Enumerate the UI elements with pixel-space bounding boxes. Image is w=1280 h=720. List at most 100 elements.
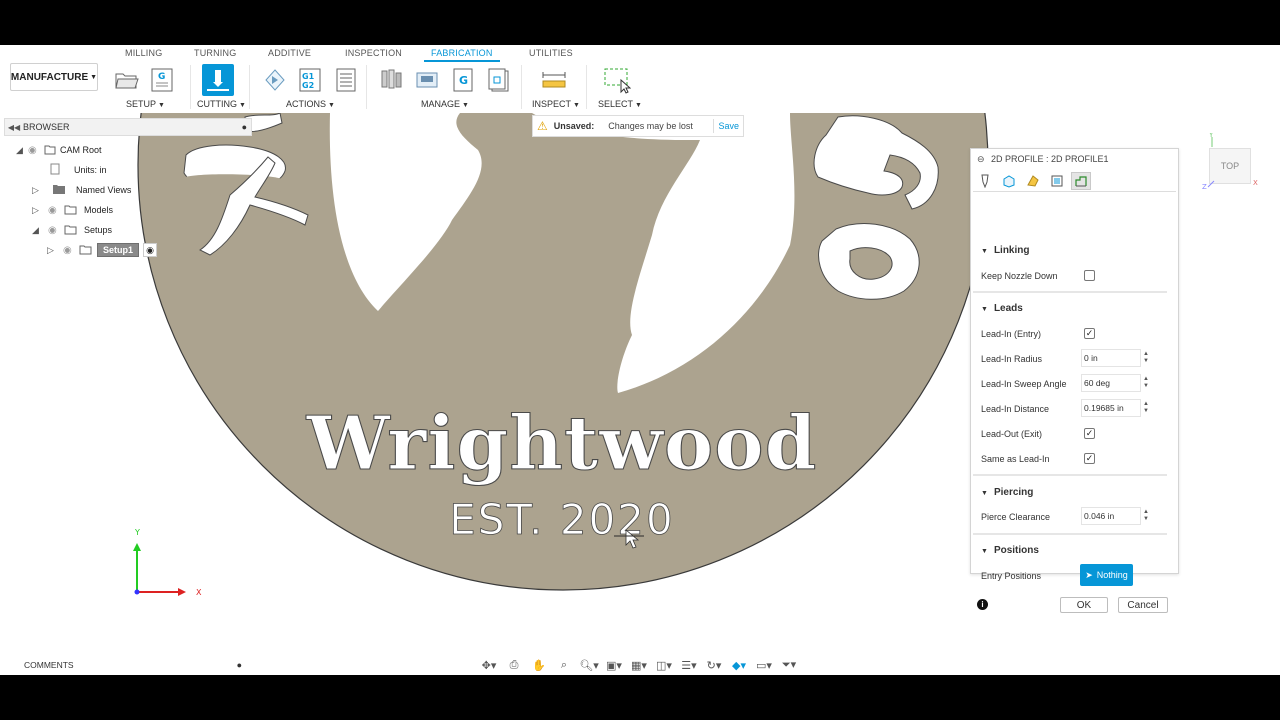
simulate-icon[interactable]: [261, 66, 289, 94]
pierce-clearance-input[interactable]: 0.046 in: [1081, 507, 1141, 525]
add-comment-icon[interactable]: ●: [237, 660, 242, 670]
expand-triangle-icon[interactable]: ▷: [47, 245, 59, 256]
section-linking[interactable]: Linking: [981, 245, 1030, 256]
cancel-button[interactable]: Cancel: [1118, 597, 1168, 613]
eye-icon[interactable]: ◉: [63, 245, 79, 256]
environment-icon[interactable]: ▭▾: [753, 657, 775, 673]
same-as-lead-in-checkbox[interactable]: ✓: [1084, 453, 1095, 464]
group-inspect-label: INSPECT: [532, 99, 572, 109]
ribbon-separator: [249, 65, 250, 109]
pin-icon[interactable]: ●: [242, 122, 247, 132]
pan-icon[interactable]: ✋: [528, 657, 550, 673]
section-positions[interactable]: Positions: [981, 545, 1039, 556]
tree-item-named-views[interactable]: ▷ Named Views: [32, 181, 131, 199]
collapse-triangle-icon[interactable]: ◢: [16, 145, 28, 156]
info-icon[interactable]: i: [977, 599, 988, 610]
machine-library-icon[interactable]: [413, 66, 441, 94]
group-select-label: SELECT: [598, 99, 634, 109]
group-cutting-label: CUTTING: [197, 99, 237, 109]
pierce-clearance-label: Pierce Clearance: [981, 512, 1051, 522]
tree-item-label: Setups: [84, 225, 113, 235]
geometry-tab-icon[interactable]: [999, 172, 1019, 190]
section-piercing[interactable]: Piercing: [981, 487, 1033, 498]
entry-positions-select-button[interactable]: ➤ Nothing: [1080, 564, 1133, 586]
same-as-lead-in-label: Same as Lead-In: [981, 454, 1050, 464]
tab-milling[interactable]: MILLING: [125, 48, 162, 58]
grid-icon[interactable]: ▦▾: [628, 657, 650, 673]
browser-header: ◀◀ BROWSER ●: [4, 118, 252, 136]
zoom-window-icon[interactable]: 🔍︎▾: [578, 657, 600, 673]
tab-turning[interactable]: TURNING: [194, 48, 236, 58]
spinner-icon[interactable]: ▲ ▼: [1141, 374, 1151, 392]
section-divider: [973, 474, 1167, 476]
eye-icon[interactable]: ◉: [48, 205, 64, 216]
group-actions[interactable]: ACTIONS ▼: [286, 99, 335, 109]
axis-triad: Y X: [133, 528, 202, 597]
eye-icon[interactable]: ◉: [48, 225, 64, 236]
spinner-icon[interactable]: ▲ ▼: [1141, 349, 1151, 367]
tab-utilities[interactable]: UTILITIES: [529, 48, 573, 58]
tab-fabrication[interactable]: FABRICATION: [431, 48, 493, 58]
nc-program-icon[interactable]: G: [148, 66, 176, 94]
keep-nozzle-down-checkbox[interactable]: [1084, 270, 1095, 281]
save-link[interactable]: Save: [718, 121, 739, 131]
tool-library-icon[interactable]: [378, 66, 406, 94]
section-leads[interactable]: Leads: [981, 303, 1023, 314]
spinner-icon[interactable]: ▲ ▼: [1141, 399, 1151, 417]
heights-tab-icon[interactable]: [1023, 172, 1043, 190]
display-settings-icon[interactable]: ▣▾: [603, 657, 625, 673]
ribbon-separator: [521, 65, 522, 109]
notice-label: Unsaved:: [553, 121, 595, 131]
passes-tab-icon[interactable]: [1047, 172, 1067, 190]
tree-item-models[interactable]: ▷ ◉ Models: [32, 201, 113, 219]
look-at-icon[interactable]: ⎙: [503, 657, 525, 673]
spinner-icon[interactable]: ▲ ▼: [1141, 507, 1151, 525]
lead-in-distance-label: Lead-In Distance: [981, 404, 1050, 414]
linking-tab-icon[interactable]: [1071, 172, 1091, 190]
tab-inspection[interactable]: INSPECTION: [345, 48, 402, 58]
collapse-panel-icon[interactable]: ◀◀: [5, 123, 23, 132]
lead-in-distance-input[interactable]: 0.19685 in: [1081, 399, 1141, 417]
group-cutting[interactable]: CUTTING ▼: [197, 99, 246, 109]
expand-triangle-icon[interactable]: ▷: [32, 185, 44, 196]
template-library-icon[interactable]: [485, 66, 513, 94]
lead-out-exit-checkbox[interactable]: ✓: [1084, 428, 1095, 439]
window-select-icon[interactable]: [603, 66, 631, 94]
orbit-icon[interactable]: ✥▾: [478, 657, 500, 673]
toolpath-display-icon[interactable]: ↻▾: [703, 657, 725, 673]
measure-icon[interactable]: [540, 66, 568, 94]
tool-tab-icon[interactable]: [975, 172, 995, 190]
lead-in-sweep-angle-label: Lead-In Sweep Angle: [981, 379, 1067, 389]
stock-display-icon[interactable]: ☰▾: [678, 657, 700, 673]
tree-item-units[interactable]: Units: in: [50, 161, 107, 179]
tree-item-setup1[interactable]: ▷ ◉ Setup1 ◉: [47, 241, 158, 259]
collapse-triangle-icon[interactable]: ◢: [32, 225, 44, 236]
open-folder-icon[interactable]: [113, 66, 141, 94]
2d-profile-dialog: ⊖ 2D PROFILE : 2D PROFILE1 Linking Keep …: [970, 148, 1179, 613]
lead-in-radius-input[interactable]: 0 in: [1081, 349, 1141, 367]
document-icon: [50, 163, 74, 177]
filter-icon[interactable]: ⏷▾: [778, 657, 800, 673]
eye-icon[interactable]: ◉: [28, 145, 44, 156]
workspace-switcher[interactable]: MANUFACTURE ▼: [10, 63, 98, 91]
activate-setup-icon[interactable]: ◉: [143, 243, 158, 257]
expand-triangle-icon[interactable]: ▷: [32, 205, 44, 216]
visual-style-icon[interactable]: ◆▾: [728, 657, 750, 673]
viewports-icon[interactable]: ◫▾: [653, 657, 675, 673]
2d-profile-icon[interactable]: [202, 64, 234, 96]
group-manage[interactable]: MANAGE ▼: [421, 99, 469, 109]
tree-item-cam-root[interactable]: ◢ ◉ CAM Root: [16, 141, 102, 159]
group-setup[interactable]: SETUP ▼: [126, 99, 165, 109]
lead-in-sweep-angle-input[interactable]: 60 deg: [1081, 374, 1141, 392]
group-inspect[interactable]: INSPECT ▼: [532, 99, 580, 109]
ok-button[interactable]: OK: [1060, 597, 1108, 613]
zoom-icon[interactable]: ⌕: [553, 657, 575, 673]
unsaved-notice: ⚠ Unsaved: Changes may be lost Save: [532, 115, 744, 137]
setup-sheet-icon[interactable]: [332, 66, 360, 94]
lead-in-entry-checkbox[interactable]: ✓: [1084, 328, 1095, 339]
tree-item-setups[interactable]: ◢ ◉ Setups: [32, 221, 112, 239]
tab-additive[interactable]: ADDITIVE: [268, 48, 311, 58]
post-library-icon[interactable]: G: [449, 66, 477, 94]
group-select[interactable]: SELECT ▼: [598, 99, 642, 109]
post-process-icon[interactable]: G1 G2: [296, 66, 324, 94]
